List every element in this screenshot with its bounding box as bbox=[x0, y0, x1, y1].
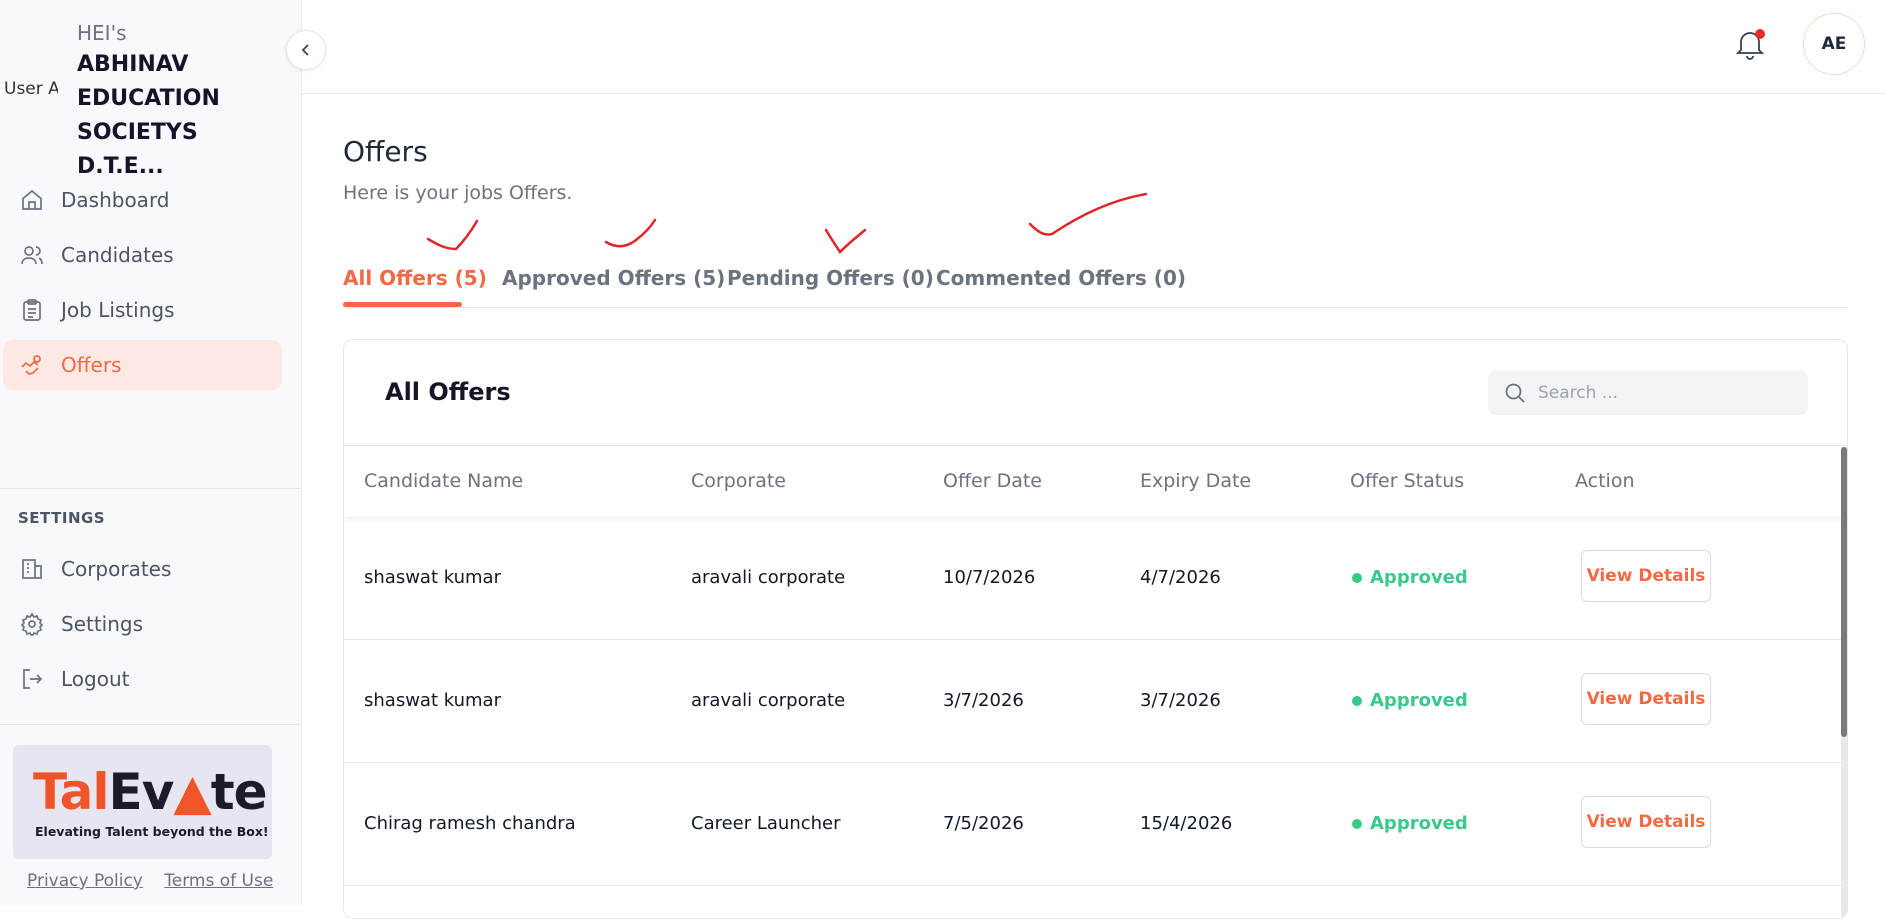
column-header[interactable]: Offer Date bbox=[943, 470, 1042, 492]
candidate-name: shaswat kumar bbox=[364, 690, 501, 711]
sidebar-item-label: Job Listings bbox=[61, 298, 175, 322]
sidebar-item-corporates[interactable]: Corporates bbox=[3, 544, 282, 594]
building-icon bbox=[19, 556, 45, 582]
page-title: Offers bbox=[343, 135, 428, 168]
view-details-button[interactable]: View Details bbox=[1581, 796, 1711, 848]
table-row: shaswat kumar aravali corporate 3/7/2026… bbox=[344, 640, 1847, 763]
table-row: shaswat kumar aravali corporate 10/7/202… bbox=[344, 517, 1847, 640]
tab-all-offers[interactable]: All Offers (5) bbox=[343, 266, 487, 290]
sidebar-item-label: Corporates bbox=[61, 557, 172, 581]
org-prefix: HEI's bbox=[77, 21, 127, 45]
tab-commented-offers[interactable]: Commented Offers (0) bbox=[936, 266, 1186, 290]
logo-wordmark: TalEv▲te bbox=[33, 763, 268, 821]
search-input[interactable] bbox=[1538, 382, 1788, 403]
sidebar-item-label: Offers bbox=[61, 353, 122, 377]
column-header[interactable]: Offer Status bbox=[1350, 470, 1464, 492]
sidebar-divider bbox=[0, 724, 301, 725]
clipboard-icon bbox=[19, 297, 45, 323]
corporate-name: Career Launcher bbox=[691, 813, 841, 834]
offer-date: 10/7/2026 bbox=[943, 567, 1036, 588]
corporate-name: aravali corporate bbox=[691, 567, 846, 588]
search-box[interactable] bbox=[1488, 370, 1808, 415]
sidebar-item-job-listings[interactable]: Job Listings bbox=[3, 285, 282, 335]
sidebar-item-candidates[interactable]: Candidates bbox=[3, 230, 282, 280]
logout-icon bbox=[19, 666, 45, 692]
org-name: ABHINAV EDUCATION SOCIETYS D.T.E... bbox=[77, 52, 220, 179]
tab-approved-offers[interactable]: Approved Offers (5) bbox=[502, 266, 725, 290]
chevron-left-icon bbox=[301, 44, 309, 56]
tab-pending-offers[interactable]: Pending Offers (0) bbox=[727, 266, 934, 290]
table-header: Candidate Name Corporate Offer Date Expi… bbox=[344, 445, 1847, 517]
active-tab-indicator bbox=[343, 302, 462, 307]
notification-badge bbox=[1755, 29, 1765, 39]
annotation-checkmark bbox=[426, 219, 479, 251]
sidebar-item-logout[interactable]: Logout bbox=[3, 654, 282, 704]
offer-date: 7/5/2026 bbox=[943, 813, 1024, 834]
table-scrollbar-thumb[interactable] bbox=[1841, 447, 1847, 737]
offer-date: 3/7/2026 bbox=[943, 690, 1024, 711]
org-header: User Avatar HEI's ABHINAV EDUCATION SOCI… bbox=[0, 18, 300, 179]
view-details-button[interactable]: View Details bbox=[1581, 673, 1711, 725]
view-details-button[interactable]: View Details bbox=[1581, 550, 1711, 602]
sidebar-item-dashboard[interactable]: Dashboard bbox=[3, 175, 282, 225]
offers-card: All Offers Candidate Name Corporate Offe… bbox=[343, 339, 1848, 919]
status-badge: Approved bbox=[1352, 567, 1468, 588]
offer-tabs: All Offers (5) Approved Offers (5) Pendi… bbox=[343, 262, 1848, 308]
status-badge: Approved bbox=[1352, 690, 1468, 711]
terms-of-use-link[interactable]: Terms of Use bbox=[164, 871, 273, 891]
sidebar-item-settings[interactable]: Settings bbox=[3, 599, 282, 649]
privacy-policy-link[interactable]: Privacy Policy bbox=[27, 871, 143, 891]
search-icon bbox=[1505, 383, 1525, 403]
sidebar-item-label: Dashboard bbox=[61, 188, 170, 212]
sidebar-item-label: Settings bbox=[61, 612, 144, 636]
sidebar-item-label: Candidates bbox=[61, 243, 174, 267]
home-icon bbox=[19, 187, 45, 213]
expiry-date: 4/7/2026 bbox=[1140, 567, 1221, 588]
logo-tagline: Elevating Talent beyond the Box! bbox=[35, 824, 269, 839]
collapse-sidebar-button[interactable] bbox=[286, 30, 326, 70]
column-header[interactable]: Candidate Name bbox=[364, 470, 523, 492]
handshake-icon bbox=[19, 352, 45, 378]
user-avatar[interactable]: AE bbox=[1803, 13, 1865, 75]
sidebar-item-label: Logout bbox=[61, 667, 130, 691]
settings-heading: SETTINGS bbox=[18, 509, 106, 527]
page-subtitle: Here is your jobs Offers. bbox=[343, 182, 573, 204]
sidebar-divider bbox=[0, 488, 301, 489]
expiry-date: 3/7/2026 bbox=[1140, 690, 1221, 711]
users-icon bbox=[19, 242, 45, 268]
column-header[interactable]: Action bbox=[1575, 470, 1635, 492]
footer-links: Privacy Policy Terms of Use bbox=[27, 871, 289, 891]
table-row: Chirag ramesh chandra Career Launcher 7/… bbox=[344, 763, 1847, 886]
annotation-checkmark bbox=[824, 228, 867, 254]
candidate-name: Chirag ramesh chandra bbox=[364, 813, 576, 834]
column-header[interactable]: Expiry Date bbox=[1140, 470, 1251, 492]
card-title: All Offers bbox=[385, 378, 511, 406]
expiry-date: 15/4/2026 bbox=[1140, 813, 1233, 834]
topbar bbox=[302, 0, 1885, 94]
user-avatar-image: User Avatar bbox=[4, 79, 58, 99]
candidate-name: shaswat kumar bbox=[364, 567, 501, 588]
annotation-checkmark bbox=[1028, 192, 1148, 236]
column-header[interactable]: Corporate bbox=[691, 470, 786, 492]
annotation-checkmark bbox=[604, 218, 657, 248]
gear-icon bbox=[19, 611, 45, 637]
status-badge: Approved bbox=[1352, 813, 1468, 834]
corporate-name: aravali corporate bbox=[691, 690, 846, 711]
sidebar: User Avatar HEI's ABHINAV EDUCATION SOCI… bbox=[0, 0, 302, 905]
talevate-logo: TalEv▲te Elevating Talent beyond the Box… bbox=[13, 745, 272, 859]
sidebar-item-offers[interactable]: Offers bbox=[3, 340, 282, 390]
